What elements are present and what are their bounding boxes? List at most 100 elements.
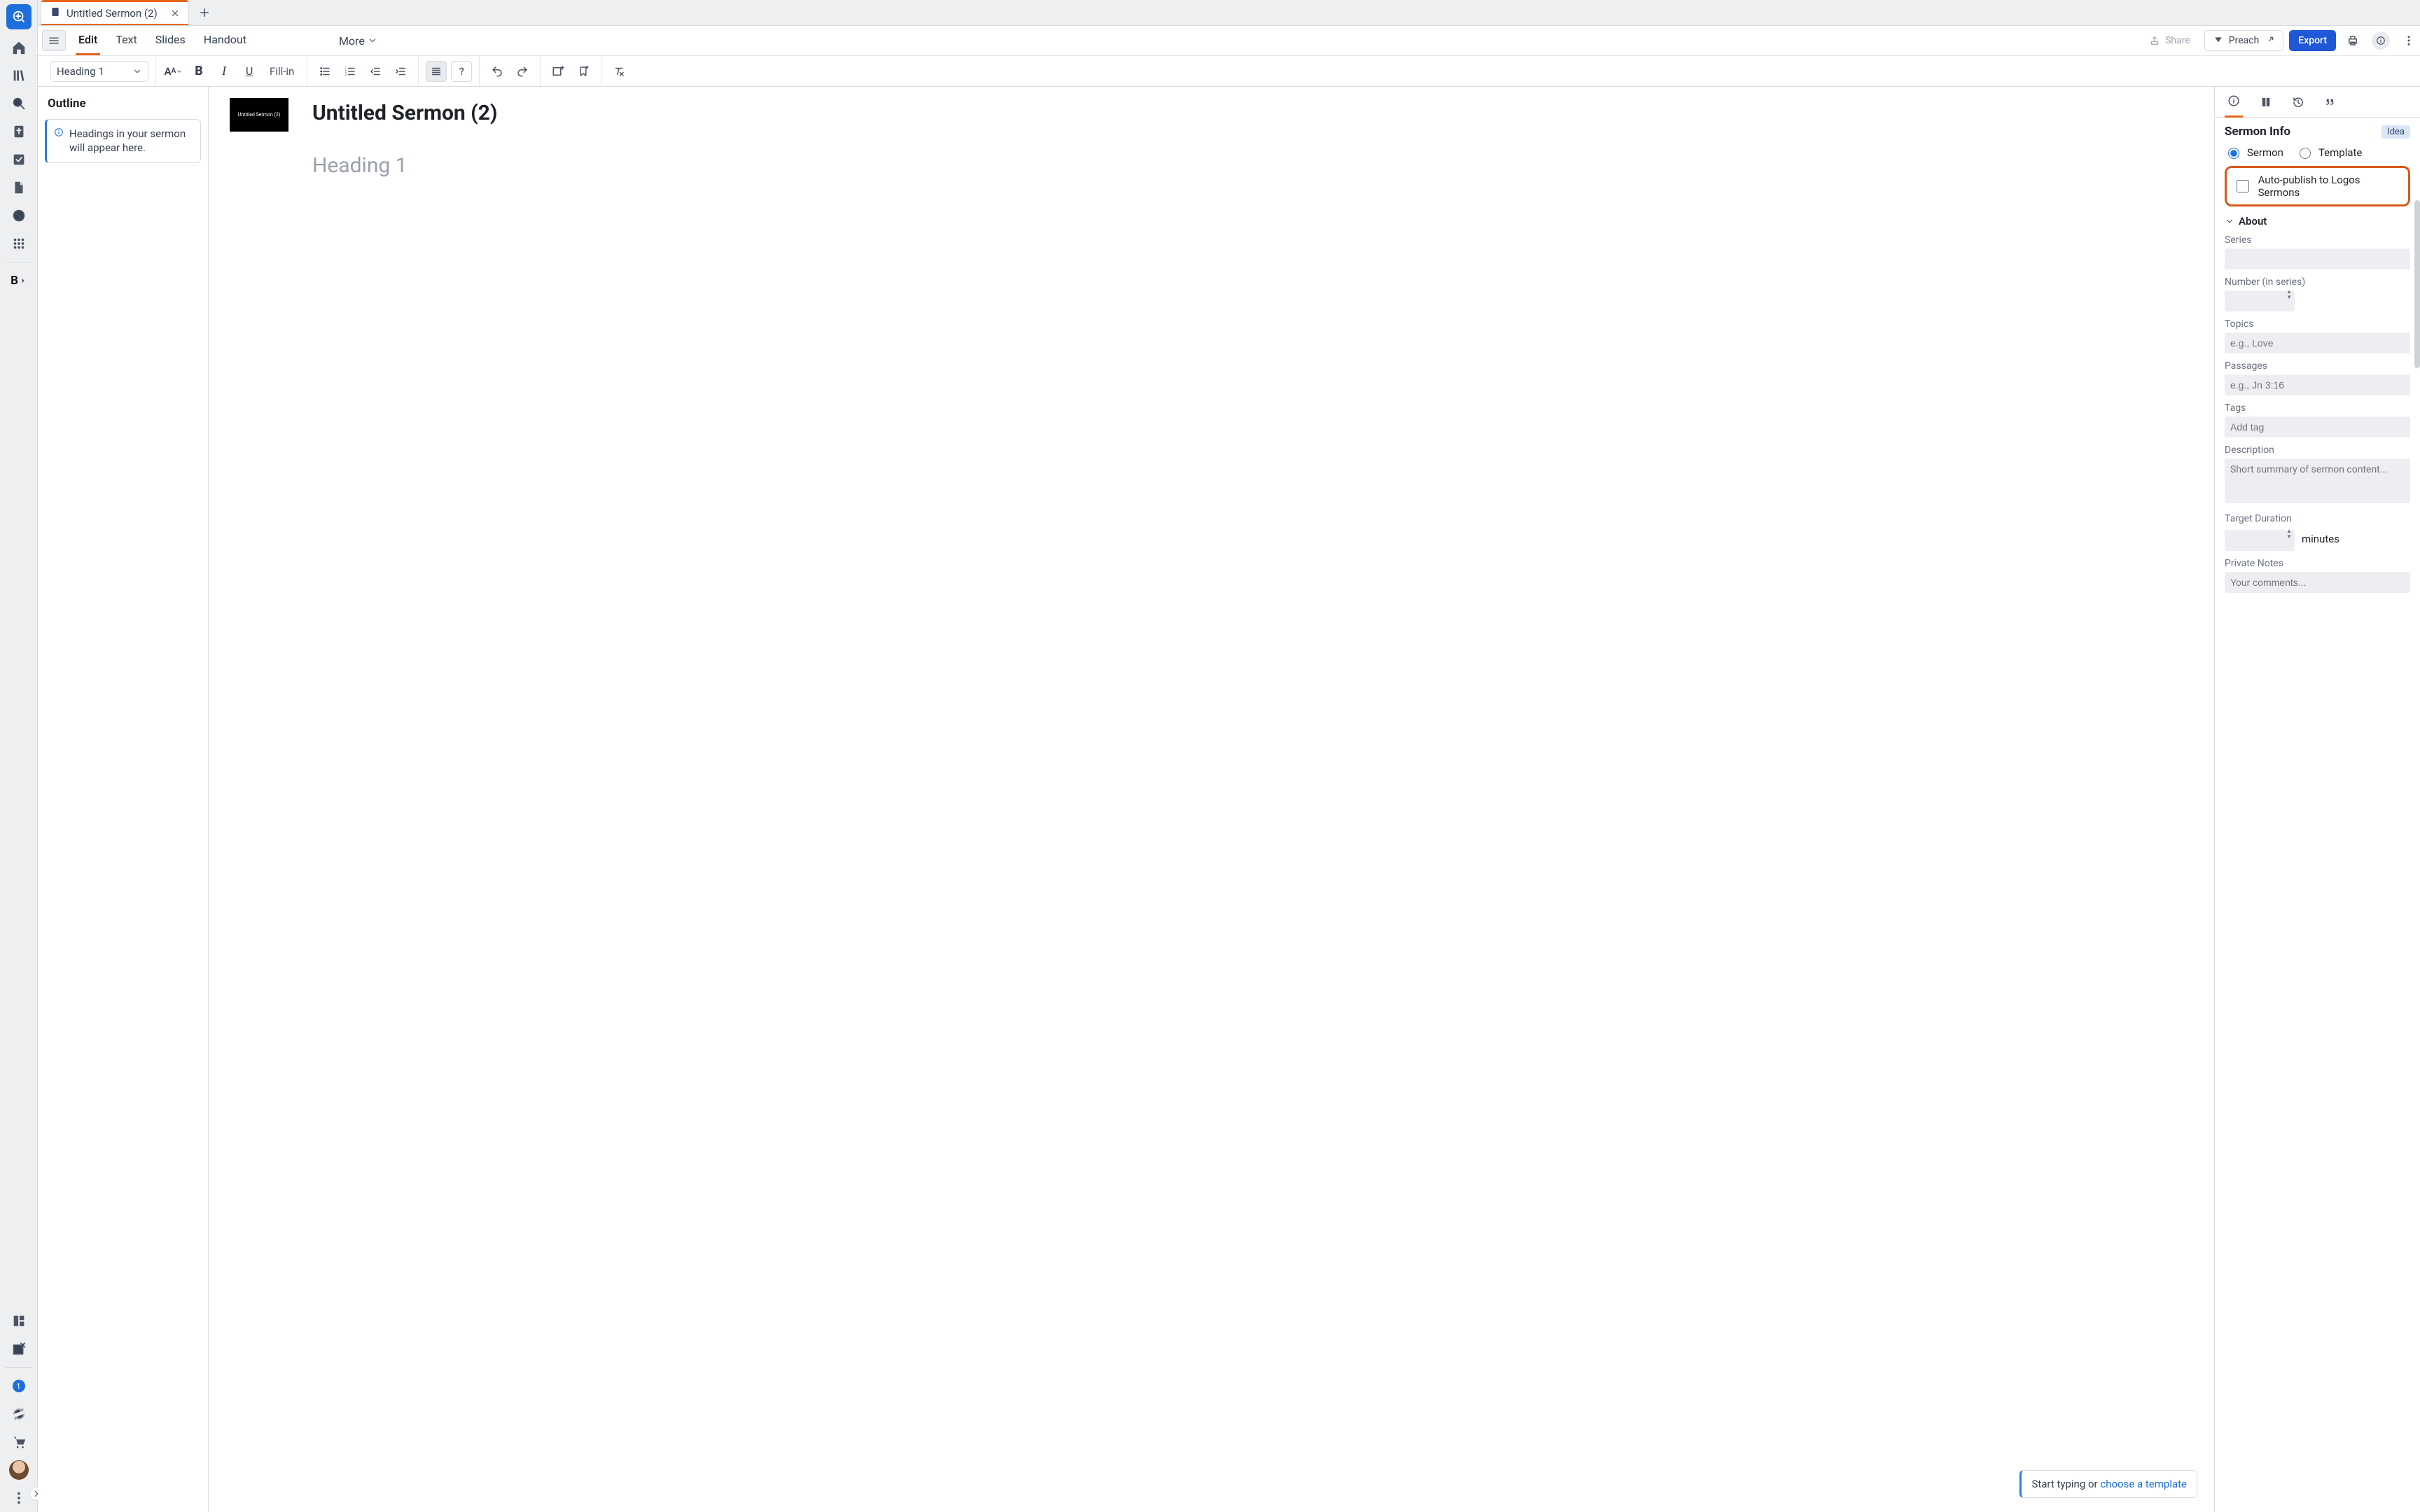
visibility-off-icon[interactable]	[5, 202, 33, 230]
autopublish-highlight: Auto-publish to Logos Sermons	[2225, 166, 2410, 206]
more-menu[interactable]: More	[339, 34, 377, 48]
topics-input[interactable]	[2225, 332, 2410, 354]
undo-icon[interactable]	[487, 61, 508, 82]
duration-label: Target Duration	[2225, 513, 2410, 524]
autopublish-label: Auto-publish to Logos Sermons	[2258, 174, 2401, 199]
tab-title: Untitled Sermon (2)	[67, 7, 158, 20]
outdent-icon[interactable]	[365, 61, 386, 82]
close-tab-icon[interactable]	[169, 7, 181, 20]
info-panel: Sermon Info Idea Sermon Template Auto-pu…	[2214, 87, 2420, 1512]
search-icon[interactable]	[5, 90, 33, 118]
app-rail: B 1	[0, 0, 38, 1512]
tags-input[interactable]	[2225, 416, 2410, 438]
series-input[interactable]	[2225, 248, 2410, 270]
bullet-list-icon[interactable]	[314, 61, 335, 82]
heading-placeholder[interactable]: Heading 1	[312, 153, 2193, 178]
close-panel-icon[interactable]	[5, 1335, 33, 1363]
document-title[interactable]: Untitled Sermon (2)	[312, 101, 2193, 125]
stepper-icon[interactable]: ▲▼	[2286, 289, 2292, 300]
info-button[interactable]	[2370, 30, 2392, 51]
new-tab-button[interactable]	[195, 3, 214, 22]
choose-template-link[interactable]: choose a template	[2100, 1478, 2187, 1490]
description-input[interactable]	[2225, 458, 2410, 503]
workspace: Outline Headings in your sermon will app…	[38, 87, 2420, 1512]
scrollbar[interactable]	[2414, 200, 2420, 368]
font-size-icon[interactable]: AA	[163, 61, 184, 82]
paragraph-style-select[interactable]: Heading 1	[50, 61, 148, 82]
more-menu-icon[interactable]	[5, 1484, 33, 1512]
notes-label: Private Notes	[2225, 558, 2410, 569]
number-input[interactable]	[2225, 290, 2295, 312]
type-template-radio[interactable]: Template	[2296, 146, 2362, 159]
notes-input[interactable]	[2225, 572, 2410, 593]
sermon-doc-icon	[50, 6, 61, 20]
layout-icon[interactable]	[5, 1307, 33, 1335]
print-icon[interactable]	[2342, 30, 2364, 51]
minutes-label: minutes	[2302, 533, 2339, 545]
avatar[interactable]	[5, 1456, 33, 1484]
passages-input[interactable]	[2225, 374, 2410, 396]
info-icon	[54, 127, 64, 155]
document-icon[interactable]	[5, 174, 33, 202]
panel-menu-button[interactable]	[42, 30, 66, 51]
idea-chip[interactable]: Idea	[2381, 125, 2410, 139]
info-tab-info-icon[interactable]	[2225, 87, 2243, 118]
share-button[interactable]: Share	[2141, 30, 2199, 51]
info-body: Sermon Info Idea Sermon Template Auto-pu…	[2215, 118, 2420, 600]
kebab-menu-icon[interactable]	[2398, 30, 2420, 51]
answers-visible-icon[interactable]	[426, 61, 447, 82]
view-tab-text[interactable]: Text	[113, 26, 139, 55]
info-tab-quotes-icon[interactable]	[2321, 87, 2339, 118]
apps-grid-icon[interactable]	[5, 230, 33, 258]
tab-active[interactable]: Untitled Sermon (2)	[41, 0, 189, 25]
type-sermon-radio[interactable]: Sermon	[2225, 146, 2283, 159]
main-toolbar: Edit Text Slides Handout More Share Prea…	[38, 25, 2420, 56]
cart-icon[interactable]	[5, 1428, 33, 1456]
indent-icon[interactable]	[390, 61, 411, 82]
info-tab-history-icon[interactable]	[2289, 87, 2307, 118]
duration-input[interactable]	[2225, 530, 2295, 551]
tasks-icon[interactable]	[5, 146, 33, 174]
svg-text:3: 3	[345, 73, 347, 77]
editor[interactable]: Untitled Sermon (2) Untitled Sermon (2) …	[209, 87, 2214, 1512]
redo-icon[interactable]	[512, 61, 533, 82]
view-tab-handout[interactable]: Handout	[201, 26, 249, 55]
insert-image-icon[interactable]	[548, 61, 569, 82]
numbered-list-icon[interactable]: 123	[340, 61, 361, 82]
outline-hint-text: Headings in your sermon will appear here…	[69, 127, 193, 155]
about-section-toggle[interactable]: About	[2225, 215, 2410, 227]
app-logo-icon[interactable]	[6, 4, 32, 29]
bold-icon[interactable]: B	[188, 61, 209, 82]
notifications-badge[interactable]: 1	[5, 1372, 33, 1400]
autopublish-checkbox[interactable]	[2237, 180, 2249, 192]
clear-formatting-icon[interactable]	[609, 61, 630, 82]
preach-button[interactable]: Preach	[2204, 30, 2284, 51]
outline-hint: Headings in your sermon will appear here…	[45, 119, 201, 163]
info-tabs	[2215, 87, 2420, 118]
library-icon[interactable]	[5, 62, 33, 90]
topics-label: Topics	[2225, 318, 2410, 330]
underline-icon[interactable]: U	[239, 61, 260, 82]
number-label: Number (in series)	[2225, 276, 2410, 288]
bible-icon[interactable]	[5, 118, 33, 146]
slide-thumbnail[interactable]: Untitled Sermon (2)	[230, 98, 288, 132]
outline-panel: Outline Headings in your sermon will app…	[38, 87, 209, 1512]
sync-icon[interactable]	[5, 1400, 33, 1428]
export-button[interactable]: Export	[2289, 30, 2336, 51]
bookmark-add-icon[interactable]	[573, 61, 594, 82]
tab-strip: Untitled Sermon (2)	[38, 0, 2420, 25]
stepper-icon[interactable]: ▲▼	[2286, 528, 2292, 540]
answers-hidden-icon[interactable]: ?	[451, 61, 472, 82]
info-tab-slides-icon[interactable]	[2257, 87, 2275, 118]
view-tab-edit[interactable]: Edit	[76, 26, 100, 55]
outline-title: Outline	[48, 97, 201, 111]
home-icon[interactable]	[5, 34, 33, 62]
italic-icon[interactable]: I	[214, 61, 235, 82]
template-hint: Start typing or choose a template	[2019, 1470, 2197, 1498]
tags-label: Tags	[2225, 402, 2410, 414]
description-label: Description	[2225, 444, 2410, 456]
view-tab-slides[interactable]: Slides	[153, 26, 188, 55]
fillin-button[interactable]: Fill-in	[264, 65, 300, 78]
passages-label: Passages	[2225, 360, 2410, 372]
bold-shortcut[interactable]: B	[5, 267, 33, 295]
